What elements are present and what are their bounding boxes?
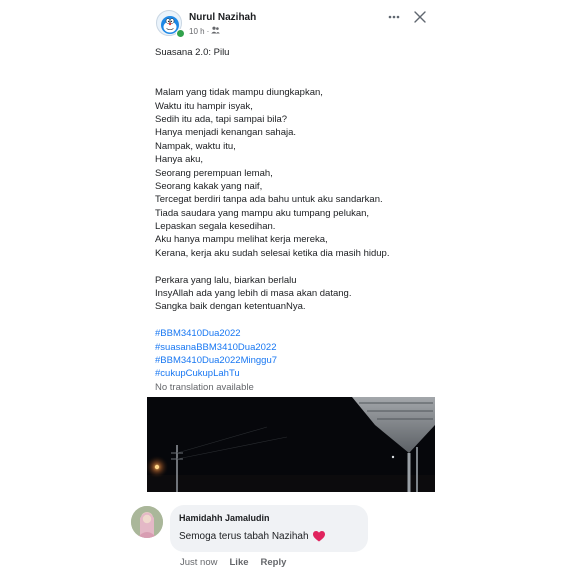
- hashtag-link[interactable]: #BBM3410Dua2022: [155, 327, 430, 340]
- post-author-name[interactable]: Nurul Nazihah: [189, 12, 256, 23]
- comment-text: Semoga terus tabah Nazihah: [179, 531, 325, 542]
- poem-line: Tercegat berdiri tanpa ada bahu untuk ak…: [155, 194, 383, 206]
- friends-icon[interactable]: [211, 26, 221, 36]
- hashtag-link[interactable]: #cukupCukupLahTu: [155, 367, 430, 380]
- post-card: Nurul Nazihah 10 h · Suasana 2.0: Pilu M…: [145, 0, 435, 492]
- more-options-button[interactable]: [385, 8, 403, 26]
- hashtag-link[interactable]: #suasanaBBM3410Dua2022: [155, 341, 430, 354]
- poem-line: Sangka baik dengan ketentuanNya.: [155, 301, 306, 313]
- hashtag-link[interactable]: #BBM3410Dua2022Minggu7: [155, 354, 430, 367]
- online-status-indicator: [176, 29, 185, 38]
- poem-line: Lepaskan segala kesedihan.: [155, 221, 276, 233]
- poem-line: Seorang perempuan lemah,: [155, 167, 273, 179]
- close-button[interactable]: [411, 8, 429, 26]
- poem-line: Malam yang tidak mampu diungkapkan,: [155, 87, 323, 99]
- post-title: Suasana 2.0: Pilu: [155, 47, 230, 58]
- poem-line: Aku hanya mampu melihat kerja mereka,: [155, 234, 328, 246]
- comment-bubble: Hamidahh Jamaludin Semoga terus tabah Na…: [170, 505, 368, 552]
- poem-line: Tiada saudara yang mampu aku tumpang pel…: [155, 207, 370, 219]
- poem-line: Sedih itu ada, tapi sampai bila?: [155, 113, 288, 125]
- poem-line: Nampak, waktu itu,: [155, 140, 236, 152]
- comment-message: Semoga terus tabah Nazihah: [179, 531, 309, 542]
- close-icon: [414, 11, 426, 23]
- poem-line: Waktu itu hampir isyak,: [155, 100, 253, 112]
- reply-button[interactable]: Reply: [261, 557, 287, 568]
- poem-line: Hanya menjadi kenangan sahaja.: [155, 127, 297, 139]
- poem-line: Seorang kakak yang naif,: [155, 180, 263, 192]
- translation-note: No translation available: [155, 381, 254, 393]
- red-heart-icon: [312, 531, 325, 542]
- person-photo-icon: [131, 506, 163, 538]
- comment-actions: Just now Like Reply: [180, 557, 286, 568]
- poem-line: Kerana, kerja aku sudah selesai ketika d…: [155, 247, 390, 259]
- night-scene-image: [147, 397, 435, 492]
- post-text: Suasana 2.0: Pilu Malam yang tidak mampu…: [155, 46, 430, 394]
- poem-line: InsyAllah ada yang lebih di masa akan da…: [155, 288, 352, 300]
- comment-time: Just now: [180, 557, 218, 568]
- like-button[interactable]: Like: [230, 557, 249, 568]
- commenter-avatar[interactable]: [131, 506, 163, 538]
- more-horizontal-icon: [388, 15, 400, 19]
- commenter-name[interactable]: Hamidahh Jamaludin: [179, 513, 270, 523]
- post-header: Nurul Nazihah 10 h ·: [145, 0, 435, 40]
- post-meta: 10 h ·: [189, 26, 221, 36]
- post-photo[interactable]: [147, 397, 435, 492]
- poem-line: Perkara yang lalu, biarkan berlalu: [155, 274, 297, 286]
- poem-line: Hanya aku,: [155, 154, 204, 166]
- post-timestamp[interactable]: 10 h: [189, 27, 205, 36]
- meta-separator: ·: [206, 26, 210, 36]
